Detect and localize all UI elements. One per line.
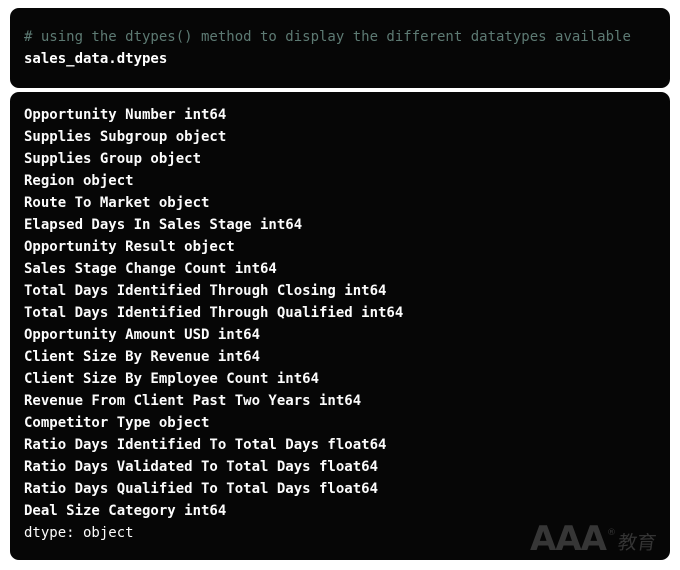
screenshot-root: # using the dtypes() method to display t…: [0, 0, 680, 570]
list-item: Opportunity Amount USD int64: [24, 327, 261, 343]
list-item: Total Days Identified Through Closing in…: [24, 283, 387, 299]
code-input-cell[interactable]: # using the dtypes() method to display t…: [10, 8, 670, 88]
code-statement-line: sales_data.dtypes: [24, 51, 168, 67]
code-output-cell: Opportunity Number int64 Supplies Subgro…: [10, 92, 670, 560]
dtypes-list: Opportunity Number int64 Supplies Subgro…: [24, 104, 670, 522]
list-item: Opportunity Number int64: [24, 107, 227, 123]
list-item: Route To Market object: [24, 195, 210, 211]
list-item: Total Days Identified Through Qualified …: [24, 305, 404, 321]
list-item: Ratio Days Qualified To Total Days float…: [24, 481, 379, 497]
code-comment-line: # using the dtypes() method to display t…: [24, 29, 631, 45]
list-item: Ratio Days Validated To Total Days float…: [24, 459, 379, 475]
list-item: Revenue From Client Past Two Years int64: [24, 393, 362, 409]
list-item: Competitor Type object: [24, 415, 210, 431]
list-item: Region object: [24, 173, 134, 189]
list-item: Supplies Subgroup object: [24, 129, 227, 145]
list-item: Deal Size Category int64: [24, 503, 227, 519]
list-item: Ratio Days Identified To Total Days floa…: [24, 437, 387, 453]
list-item: Client Size By Employee Count int64: [24, 371, 320, 387]
dtype-summary-line: dtype: object: [24, 525, 134, 541]
list-item: Client Size By Revenue int64: [24, 349, 261, 365]
list-item: Opportunity Result object: [24, 239, 235, 255]
list-item: Sales Stage Change Count int64: [24, 261, 277, 277]
list-item: Supplies Group object: [24, 151, 202, 167]
list-item: Elapsed Days In Sales Stage int64: [24, 217, 303, 233]
